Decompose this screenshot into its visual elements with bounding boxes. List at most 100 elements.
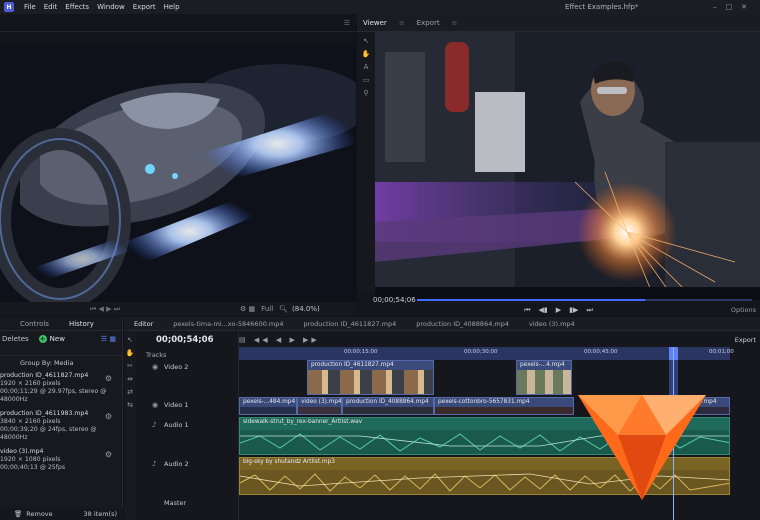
clip-thumbnails [435, 407, 573, 414]
welder-viewer-image [375, 32, 760, 300]
media-footer: 🗑︎ Remove 38 item(s) [0, 508, 123, 520]
clip-thumbnails [308, 370, 433, 394]
video-clip[interactable]: production ID_4611827.mp4 [307, 360, 434, 395]
menu-help[interactable]: Help [164, 3, 180, 11]
zoom-readout[interactable]: (84.0%) [292, 305, 320, 313]
tab-export[interactable]: Export [411, 19, 446, 27]
group-by-label: Group By: Media [20, 358, 74, 367]
viewer-transport: ⏮ ◀▮ ▶ ▮▶ ⏭ [357, 304, 760, 316]
track-audio-2[interactable]: Audio 2 [164, 460, 189, 468]
play-icon[interactable]: ▶ [556, 306, 561, 314]
viewer-panel: Viewer ≡ Export ≡ ↖ ✋ A ▭ ⚲ 00;00;54;06 … [357, 14, 760, 316]
speaker-icon[interactable]: ♪ [152, 421, 156, 429]
timeline-tab-bar: Editor pexels-tima-mi...xo-5846600.mp4 p… [124, 317, 760, 331]
group-by-selector[interactable]: Group By: Media [0, 355, 122, 369]
list-item[interactable]: production ID_4611983.mp4 3840 × 2160 pi… [0, 407, 122, 445]
select-tool-icon[interactable]: ↖ [124, 336, 136, 344]
preview-header: ☰ [0, 14, 356, 32]
list-item[interactable]: production ID_4611827.mp4 1920 × 2160 pi… [0, 369, 122, 407]
menu-window[interactable]: Window [97, 3, 125, 11]
video-clip[interactable]: pexels-...484.mp4 [239, 397, 297, 415]
hand-tool-icon[interactable]: ✋ [124, 349, 136, 357]
clip-label: big-sky by shutandz Artlist.mp3 [243, 459, 335, 465]
options-button[interactable]: Options [731, 306, 756, 314]
app-logo-icon[interactable]: H [4, 2, 14, 12]
tab-controls[interactable]: Controls [20, 320, 49, 328]
panel-menu-icon[interactable]: ☰ [344, 19, 350, 27]
pin-tool-icon[interactable]: ⚲ [357, 89, 375, 97]
item-count: 38 item(s) [83, 510, 117, 518]
speaker-icon[interactable]: ♪ [152, 460, 156, 468]
menu-edit[interactable]: Edit [44, 3, 58, 11]
tab-clip-4[interactable]: video (3).mp4 [519, 320, 585, 328]
ruler-tick: 00;00;15;00 [344, 349, 378, 355]
next-frame-icon[interactable]: ⏭ [586, 306, 592, 315]
menu-effects[interactable]: Effects [65, 3, 89, 11]
tab-clip-2[interactable]: production ID_4611827.mp4 [294, 320, 407, 328]
tracks-label: Tracks [146, 351, 167, 359]
viewer-scrubber[interactable] [417, 299, 752, 301]
menu-file[interactable]: File [24, 3, 36, 11]
track-master[interactable]: Master [164, 499, 186, 507]
media-toolbar: Deletes + New ☰ ▦ [0, 331, 122, 347]
gear-icon[interactable]: ⚙ [105, 375, 112, 383]
track-video-2[interactable]: Video 2 [164, 363, 188, 371]
eye-icon[interactable]: ◉ [152, 401, 158, 409]
clip-label: production ID_4088864.mp4 [346, 399, 429, 405]
step-forward-icon[interactable]: ▮▶ [569, 306, 578, 314]
clip-label: pexels-cottonbro-5657831.mp4 [438, 399, 530, 405]
step-back-icon[interactable]: ◀▮ [539, 306, 548, 314]
text-tool-icon[interactable]: A [357, 63, 375, 71]
tab-history[interactable]: History [69, 320, 94, 328]
mask-tool-icon[interactable]: ▭ [357, 76, 375, 84]
timeline-timecode[interactable]: 00;00;54;06 [156, 335, 214, 345]
export-button[interactable]: Export [735, 336, 756, 344]
hand-tool-icon[interactable]: ✋ [357, 50, 375, 58]
fit-dropdown[interactable]: Full [261, 305, 273, 313]
list-view-icon[interactable]: ☰ ▦ [101, 335, 116, 343]
new-button[interactable]: + New [38, 335, 65, 343]
ruler-tick: 00;00;30;00 [464, 349, 498, 355]
prev-frame-icon[interactable]: ⏮ [524, 306, 530, 315]
clip-label: sidewalk-strut_by_rex-banner_Artlist.wav [243, 419, 363, 425]
video-clip[interactable]: video (3).mp4 [297, 397, 342, 415]
transport-controls[interactable]: ⏮ ◀ ▶ ⏭ [90, 305, 120, 314]
motorcycle-preview-image [0, 44, 356, 304]
gear-icon[interactable]: ⚙ [105, 451, 112, 459]
track-audio-1[interactable]: Audio 1 [164, 421, 189, 429]
media-panel: Controls History Deletes + New ☰ ▦ Group… [0, 317, 123, 520]
video-clip[interactable]: pexels-cottonbro-5657831.mp4 [434, 397, 574, 415]
menu-export[interactable]: Export [133, 3, 156, 11]
clip-thumbnails [298, 407, 341, 414]
media-item-dimensions: 1920 × 1080 pixels [0, 456, 61, 463]
deletes-label[interactable]: Deletes [2, 335, 29, 343]
video-clip[interactable]: production ID_4088864.mp4 [342, 397, 434, 415]
left-preview-controls: ⏮ ◀ ▶ ⏭ ⚙ ▦ Full 🔍︎ (84.0%) [0, 302, 356, 316]
razor-tool-icon[interactable]: ✂ [124, 362, 136, 370]
zoom-icon[interactable]: 🔍︎ [279, 305, 288, 313]
tab-clip-1[interactable]: pexels-tima-mi...xo-5846600.mp4 [163, 320, 293, 328]
viewer-timecode[interactable]: 00;00;54;06 [373, 296, 416, 304]
tab-viewer[interactable]: Viewer [357, 19, 393, 27]
slip-tool-icon[interactable]: ⇄ [124, 388, 136, 396]
list-item[interactable]: video (3).mp4 1920 × 1080 pixels 00;00;4… [0, 445, 122, 475]
video-clip[interactable]: pexels-...4.mp4 [516, 360, 572, 395]
media-panel-tabs: Controls History [0, 317, 122, 331]
gear-icon[interactable]: ⚙ [105, 413, 112, 421]
viewer-scrub-fill [417, 299, 645, 301]
time-ruler[interactable]: 00;00;15;00 00;00;30;00 00;00;45;00 00;0… [239, 347, 734, 360]
tab-clip-3[interactable]: production ID_4088864.mp4 [406, 320, 519, 328]
window-controls[interactable]: –□✕ [713, 3, 756, 11]
select-tool-icon[interactable]: ↖ [357, 37, 375, 45]
remove-button[interactable]: Remove [26, 510, 52, 518]
tab-editor[interactable]: Editor [124, 320, 163, 328]
trash-icon[interactable]: 🗑︎ [14, 510, 22, 518]
roll-tool-icon[interactable]: ⇆ [124, 401, 136, 409]
ripple-tool-icon[interactable]: ⇹ [124, 375, 136, 383]
clip-label: pexels-...484.mp4 [243, 399, 296, 405]
track-video-1[interactable]: Video 1 [164, 401, 188, 409]
clip-thumbnails [517, 370, 571, 394]
eye-icon[interactable]: ◉ [152, 363, 158, 371]
view-options-icon[interactable]: ⚙ ▦ [240, 305, 255, 313]
timeline-controls[interactable]: ▤ ◀◀ ◀ ▶ ▶▶ [239, 336, 320, 344]
